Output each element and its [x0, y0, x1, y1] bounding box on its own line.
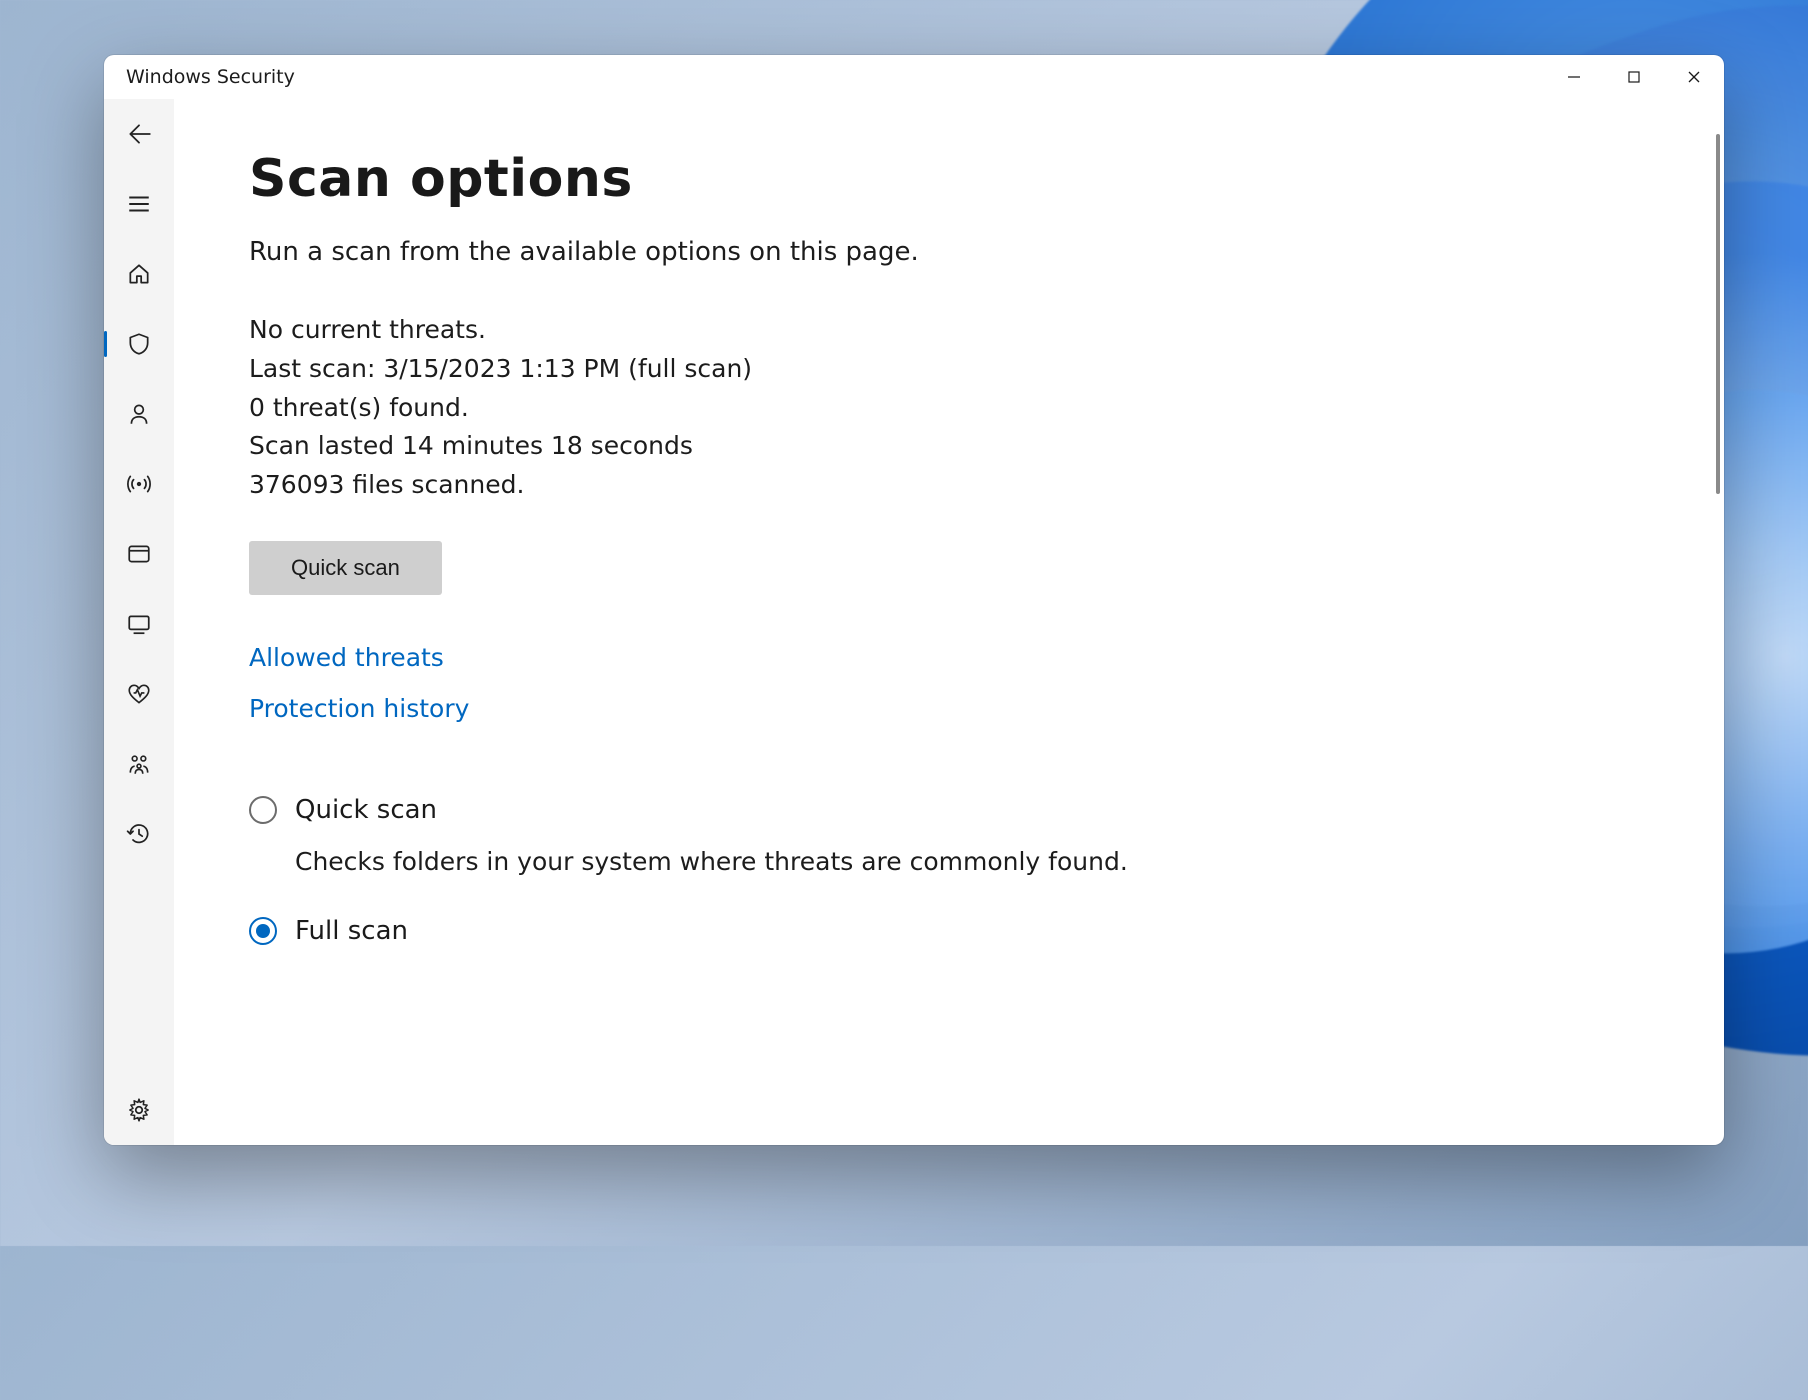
radio-quick-scan[interactable] [249, 796, 277, 824]
home-icon [126, 261, 152, 287]
sidebar-item-device-performance[interactable] [104, 659, 174, 729]
sidebar-item-settings[interactable] [104, 1075, 174, 1145]
hamburger-icon [126, 191, 152, 217]
sidebar-item-family-options[interactable] [104, 729, 174, 799]
person-icon [126, 401, 152, 427]
status-threats-found: 0 threat(s) found. [249, 389, 1649, 428]
scan-options-list: Quick scan Checks folders in your system… [249, 795, 1649, 946]
sidebar-item-app-browser-control[interactable] [104, 519, 174, 589]
sidebar-item-firewall-network[interactable] [104, 449, 174, 519]
scan-status: No current threats. Last scan: 3/15/2023… [249, 311, 1649, 505]
shield-icon [126, 331, 152, 357]
allowed-threats-link[interactable]: Allowed threats [249, 643, 1649, 672]
antenna-icon [126, 471, 152, 497]
scan-option-desc: Checks folders in your system where thre… [295, 847, 1649, 876]
gear-icon [126, 1097, 152, 1123]
history-icon [126, 821, 152, 847]
status-duration: Scan lasted 14 minutes 18 seconds [249, 427, 1649, 466]
nav-menu-button[interactable] [104, 169, 174, 239]
maximize-button[interactable] [1604, 55, 1664, 99]
back-button[interactable] [104, 99, 174, 169]
status-last-scan: Last scan: 3/15/2023 1:13 PM (full scan) [249, 350, 1649, 389]
app-window-icon [126, 541, 152, 567]
page-subheading: Run a scan from the available options on… [249, 237, 1649, 267]
heart-pulse-icon [126, 681, 152, 707]
status-no-threats: No current threats. [249, 311, 1649, 350]
maximize-icon [1627, 70, 1641, 84]
status-files-scanned: 376093 files scanned. [249, 466, 1649, 505]
scan-option-label: Quick scan [295, 795, 437, 825]
sidebar-item-virus-protection[interactable] [104, 309, 174, 379]
quick-scan-button[interactable]: Quick scan [249, 541, 442, 595]
minimize-button[interactable] [1544, 55, 1604, 99]
close-icon [1687, 70, 1701, 84]
radio-full-scan[interactable] [249, 917, 277, 945]
scan-option-full[interactable]: Full scan [249, 916, 1649, 946]
minimize-icon [1567, 70, 1581, 84]
close-button[interactable] [1664, 55, 1724, 99]
page-title: Scan options [249, 149, 1649, 209]
scrollbar[interactable] [1716, 134, 1720, 494]
back-arrow-icon [126, 121, 152, 147]
windows-security-window: Windows Security [104, 55, 1724, 1145]
scan-option-quick[interactable]: Quick scan Checks folders in your system… [249, 795, 1649, 876]
sidebar-item-account-protection[interactable] [104, 379, 174, 449]
titlebar: Windows Security [104, 55, 1724, 99]
sidebar [104, 99, 174, 1145]
sidebar-item-home[interactable] [104, 239, 174, 309]
window-title: Windows Security [126, 66, 295, 88]
scan-option-label: Full scan [295, 916, 408, 946]
family-icon [126, 751, 152, 777]
content-area: Scan options Run a scan from the availab… [174, 99, 1724, 1145]
protection-history-link[interactable]: Protection history [249, 694, 1649, 723]
sidebar-item-protection-history[interactable] [104, 799, 174, 869]
sidebar-item-device-security[interactable] [104, 589, 174, 659]
window-controls [1544, 55, 1724, 99]
monitor-icon [126, 611, 152, 637]
